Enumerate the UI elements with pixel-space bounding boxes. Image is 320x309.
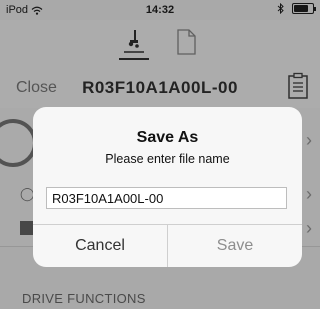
save-button[interactable]: Save [168, 225, 302, 267]
save-as-dialog: Save As Please enter file name Cancel Sa… [33, 107, 302, 267]
cancel-button[interactable]: Cancel [33, 225, 167, 267]
dialog-message: Please enter file name [105, 152, 230, 166]
filename-input[interactable] [46, 187, 287, 209]
app-screen: iPod 14:32 Close R03F10A1A00L-00 › ◯ › ›… [0, 0, 320, 309]
dialog-title: Save As [136, 129, 199, 146]
